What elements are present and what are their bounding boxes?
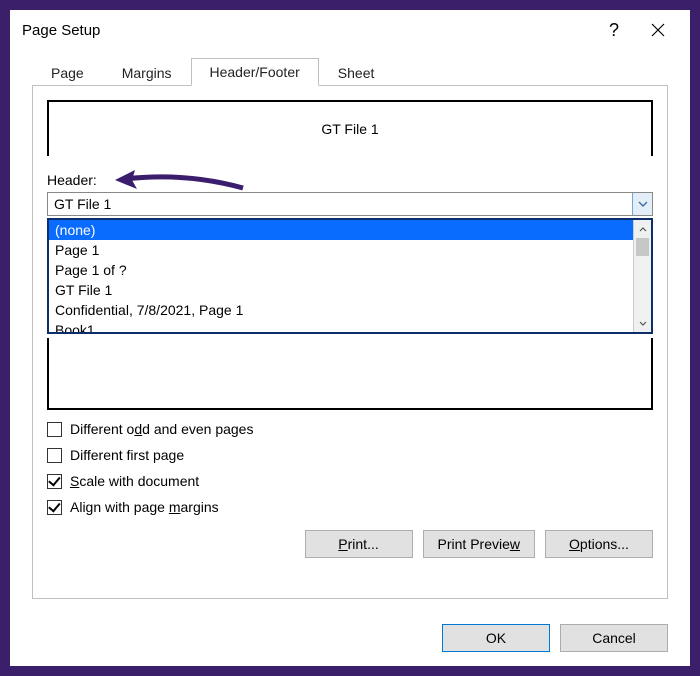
close-icon <box>651 23 665 37</box>
header-combo-button[interactable] <box>632 193 652 215</box>
titlebar: Page Setup ? <box>10 10 690 50</box>
tab-header-footer[interactable]: Header/Footer <box>191 58 319 86</box>
check-first-page-row[interactable]: Different first page <box>47 442 653 468</box>
dropdown-item-none[interactable]: (none) <box>49 220 633 240</box>
annotation-arrow-icon <box>115 170 245 192</box>
scroll-track[interactable] <box>634 238 651 314</box>
chevron-down-icon <box>638 201 648 207</box>
footer-preview-box <box>47 338 653 410</box>
inner-button-row: Print... Print Preview Options... <box>47 530 653 558</box>
check-first-page[interactable] <box>47 448 62 463</box>
header-preview-text: GT File 1 <box>321 121 378 137</box>
cancel-button[interactable]: Cancel <box>560 624 668 652</box>
tab-sheet[interactable]: Sheet <box>319 58 394 86</box>
dropdown-item-book1[interactable]: Book1 <box>49 320 633 332</box>
page-setup-dialog: Page Setup ? Page Margins Header/Footer … <box>10 10 690 666</box>
check-scale[interactable] <box>47 474 62 489</box>
check-odd-even[interactable] <box>47 422 62 437</box>
print-button[interactable]: Print... <box>305 530 413 558</box>
dropdown-item-confidential[interactable]: Confidential, 7/8/2021, Page 1 <box>49 300 633 320</box>
dialog-footer: OK Cancel <box>10 614 690 666</box>
help-button[interactable]: ? <box>592 15 636 45</box>
dropdown-scrollbar[interactable] <box>633 220 651 332</box>
scroll-down-button[interactable] <box>634 314 651 332</box>
check-first-page-label: Different first page <box>70 447 184 463</box>
close-button[interactable] <box>636 15 680 45</box>
dialog-title: Page Setup <box>22 22 592 39</box>
options-button[interactable]: Options... <box>545 530 653 558</box>
header-preview-box: GT File 1 <box>47 100 653 156</box>
check-margins[interactable] <box>47 500 62 515</box>
chevron-up-icon <box>639 227 647 232</box>
header-dropdown-list[interactable]: (none) Page 1 Page 1 of ? GT File 1 Conf… <box>47 218 653 334</box>
scroll-thumb[interactable] <box>636 238 649 256</box>
print-preview-button[interactable]: Print Preview <box>423 530 535 558</box>
dropdown-item-page1[interactable]: Page 1 <box>49 240 633 260</box>
dropdown-item-gtfile1[interactable]: GT File 1 <box>49 280 633 300</box>
tab-strip: Page Margins Header/Footer Sheet <box>32 58 690 86</box>
tab-page[interactable]: Page <box>32 58 103 86</box>
dropdown-items: (none) Page 1 Page 1 of ? GT File 1 Conf… <box>49 220 633 332</box>
scroll-up-button[interactable] <box>634 220 651 238</box>
dropdown-item-page1of[interactable]: Page 1 of ? <box>49 260 633 280</box>
header-label: Header: <box>47 172 653 188</box>
tab-content: GT File 1 Header: GT File 1 (none) Page … <box>32 85 668 599</box>
tab-margins[interactable]: Margins <box>103 58 191 86</box>
header-combo[interactable]: GT File 1 <box>47 192 653 216</box>
check-odd-even-row[interactable]: Different odd and even pages <box>47 416 653 442</box>
check-scale-row[interactable]: Scale with document <box>47 468 653 494</box>
ok-button[interactable]: OK <box>442 624 550 652</box>
chevron-down-icon <box>639 321 647 326</box>
header-combo-value: GT File 1 <box>48 193 632 215</box>
check-margins-row[interactable]: Align with page margins <box>47 494 653 520</box>
